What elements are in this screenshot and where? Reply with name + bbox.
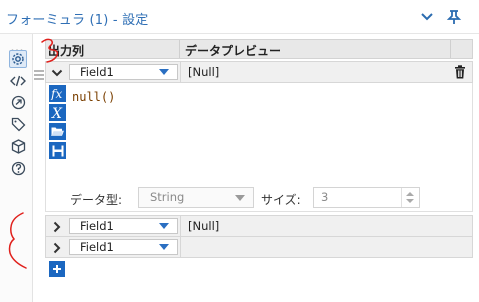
- content-area: 出力列 データプレビュー Field1 [Null] fx X null() デ…: [33, 34, 479, 302]
- formula-config-panel: フォーミュラ (1) - 設定 出力列 データプレビュー Field1 [Nul…: [0, 0, 479, 302]
- spin-down-icon[interactable]: [406, 199, 414, 203]
- data-type-row: データ型: String サイズ: 3: [45, 184, 473, 212]
- title-bar: フォーミュラ (1) - 設定: [0, 0, 479, 34]
- drag-handle-icon[interactable]: [34, 68, 44, 82]
- gear-icon[interactable]: [9, 50, 27, 68]
- table-row: Field1 [Null]: [45, 215, 473, 237]
- header-data-preview: データプレビュー: [185, 44, 282, 58]
- data-type-value: String: [150, 190, 185, 204]
- table-row: Field1: [45, 236, 473, 258]
- field-select-value: Field1: [80, 240, 114, 254]
- window-title: フォーミュラ (1) - 設定: [6, 13, 149, 28]
- editor-toolbar: fx X: [49, 85, 66, 161]
- expression-text: null(): [72, 90, 116, 104]
- spin-up-icon[interactable]: [406, 192, 414, 196]
- caret-down-icon: [159, 244, 169, 250]
- caret-down-icon: [235, 195, 245, 201]
- data-type-label: データ型:: [70, 193, 123, 207]
- table-row: Field1 [Null]: [45, 61, 473, 83]
- fx-icon[interactable]: fx: [49, 85, 66, 102]
- open-folder-icon[interactable]: [49, 123, 66, 140]
- save-icon[interactable]: [49, 142, 66, 159]
- navigate-icon[interactable]: [9, 93, 27, 111]
- preview-value: [Null]: [188, 65, 220, 79]
- chevron-down-icon[interactable]: [418, 8, 436, 26]
- chevron-down-icon[interactable]: [49, 65, 65, 81]
- rail-more-icon: [11, 41, 23, 52]
- add-field-button[interactable]: [49, 261, 65, 277]
- svg-text:X: X: [51, 106, 63, 120]
- left-rail: [0, 34, 33, 302]
- header-divider: [450, 40, 451, 58]
- table-header: 出力列 データプレビュー: [45, 39, 473, 59]
- field-select-value: Field1: [80, 65, 114, 79]
- size-input[interactable]: 3: [313, 187, 420, 208]
- field-select-value: Field1: [80, 219, 114, 233]
- data-preview-cell: [180, 237, 450, 257]
- size-value: 3: [321, 190, 329, 204]
- code-icon[interactable]: [9, 72, 27, 90]
- size-label: サイズ:: [261, 193, 301, 207]
- cube-icon[interactable]: [9, 137, 27, 155]
- help-icon[interactable]: [9, 159, 27, 177]
- output-field-select[interactable]: Field1: [69, 218, 178, 234]
- pin-icon[interactable]: [445, 8, 463, 26]
- header-output-column: 出力列: [48, 44, 85, 58]
- header-divider: [179, 40, 180, 58]
- svg-text:fx: fx: [50, 87, 62, 100]
- chevron-right-icon[interactable]: [49, 240, 65, 256]
- output-field-select[interactable]: Field1: [69, 239, 178, 255]
- data-preview-cell: [Null]: [180, 216, 450, 236]
- variable-icon[interactable]: X: [49, 104, 66, 121]
- chevron-right-icon[interactable]: [49, 219, 65, 235]
- data-preview-cell: [Null]: [180, 62, 450, 82]
- caret-down-icon: [159, 223, 169, 229]
- trash-icon[interactable]: [452, 64, 468, 80]
- tag-icon[interactable]: [9, 115, 27, 133]
- preview-value: [Null]: [188, 219, 220, 233]
- data-type-select[interactable]: String: [138, 187, 254, 208]
- output-field-select[interactable]: Field1: [69, 64, 178, 80]
- caret-down-icon: [159, 69, 169, 75]
- size-spinner[interactable]: [401, 188, 419, 207]
